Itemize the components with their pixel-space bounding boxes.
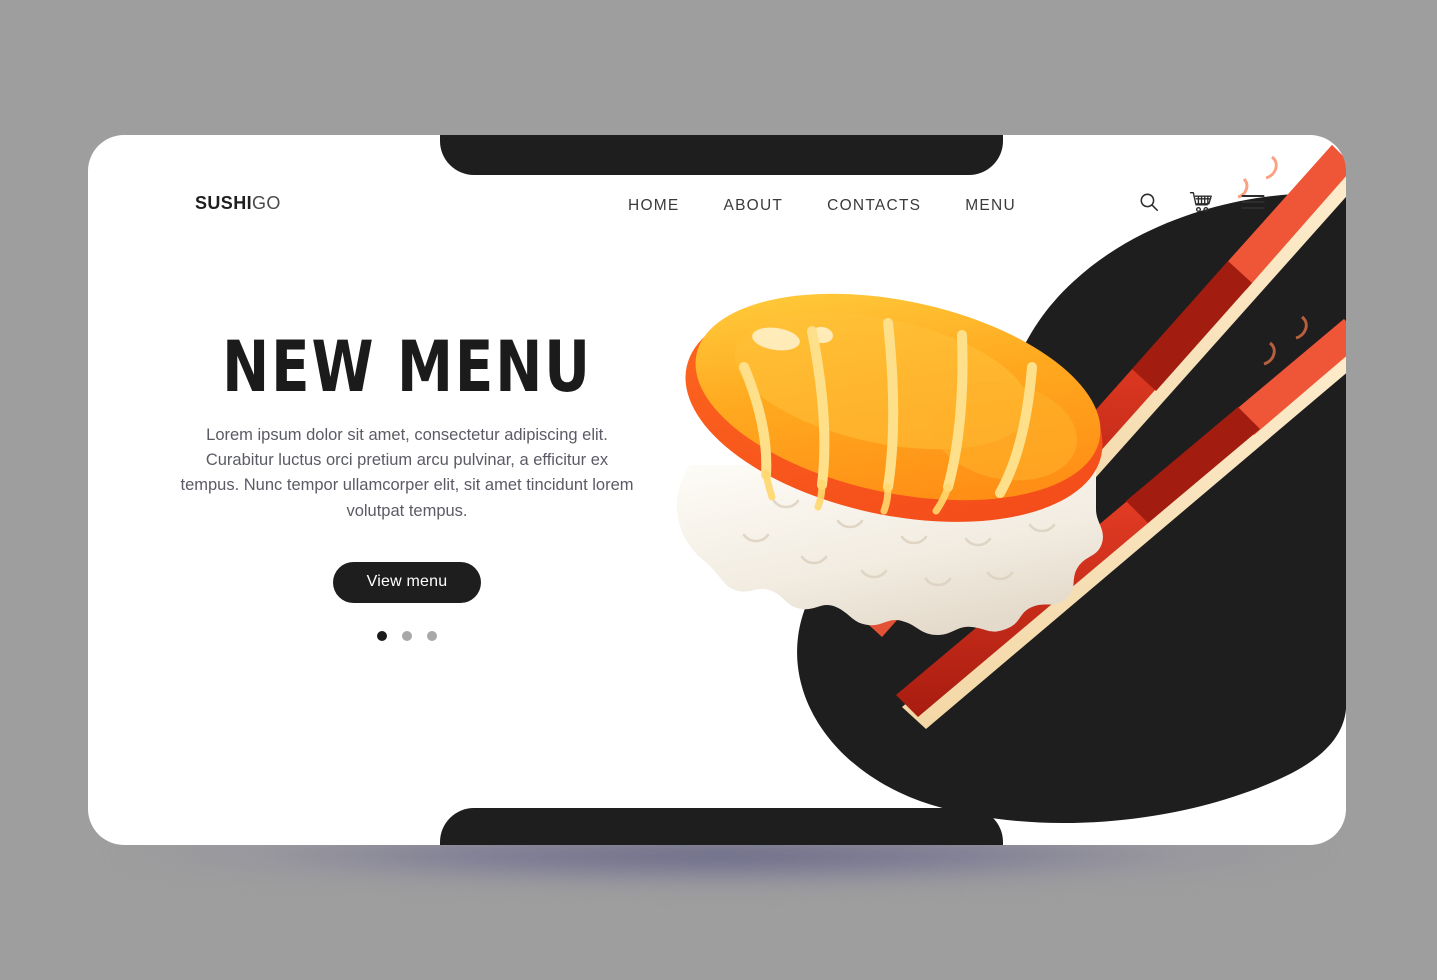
nav-item-about[interactable]: ABOUT (724, 193, 784, 219)
logo[interactable]: SUSHIGO (195, 193, 281, 214)
hero-section: NEW MENU Lorem ipsum dolor sit amet, con… (174, 330, 640, 641)
logo-light-text: GO (252, 193, 281, 213)
page-stage: SUSHIGO HOME ABOUT CONTACTS MENU NEW MEN… (0, 0, 1437, 980)
nav-item-menu[interactable]: MENU (965, 193, 1016, 219)
bottom-notch-decoration (440, 808, 1003, 845)
view-menu-button[interactable]: View menu (332, 561, 482, 603)
hamburger-menu-icon[interactable] (1238, 187, 1268, 217)
header-actions (1134, 187, 1268, 217)
search-icon[interactable] (1134, 187, 1164, 217)
carousel-dot-1[interactable] (377, 630, 387, 641)
nav-item-home[interactable]: HOME (628, 193, 680, 219)
logo-strong-text: SUSHI (195, 193, 253, 213)
hero-title: NEW MENU (222, 325, 592, 409)
cta-container: View menu (174, 561, 640, 603)
cart-icon[interactable] (1186, 187, 1216, 217)
carousel-pagination (174, 630, 640, 641)
card-drop-shadow (112, 840, 1327, 912)
main-navigation: HOME ABOUT CONTACTS MENU (628, 193, 1016, 219)
carousel-dot-3[interactable] (427, 630, 437, 641)
nav-item-contacts[interactable]: CONTACTS (827, 193, 921, 219)
carousel-dot-2[interactable] (402, 630, 412, 641)
site-header: SUSHIGO HOME ABOUT CONTACTS MENU (88, 135, 1346, 265)
hero-paragraph: Lorem ipsum dolor sit amet, consectetur … (180, 425, 634, 520)
landing-page-card: SUSHIGO HOME ABOUT CONTACTS MENU NEW MEN… (88, 135, 1346, 845)
